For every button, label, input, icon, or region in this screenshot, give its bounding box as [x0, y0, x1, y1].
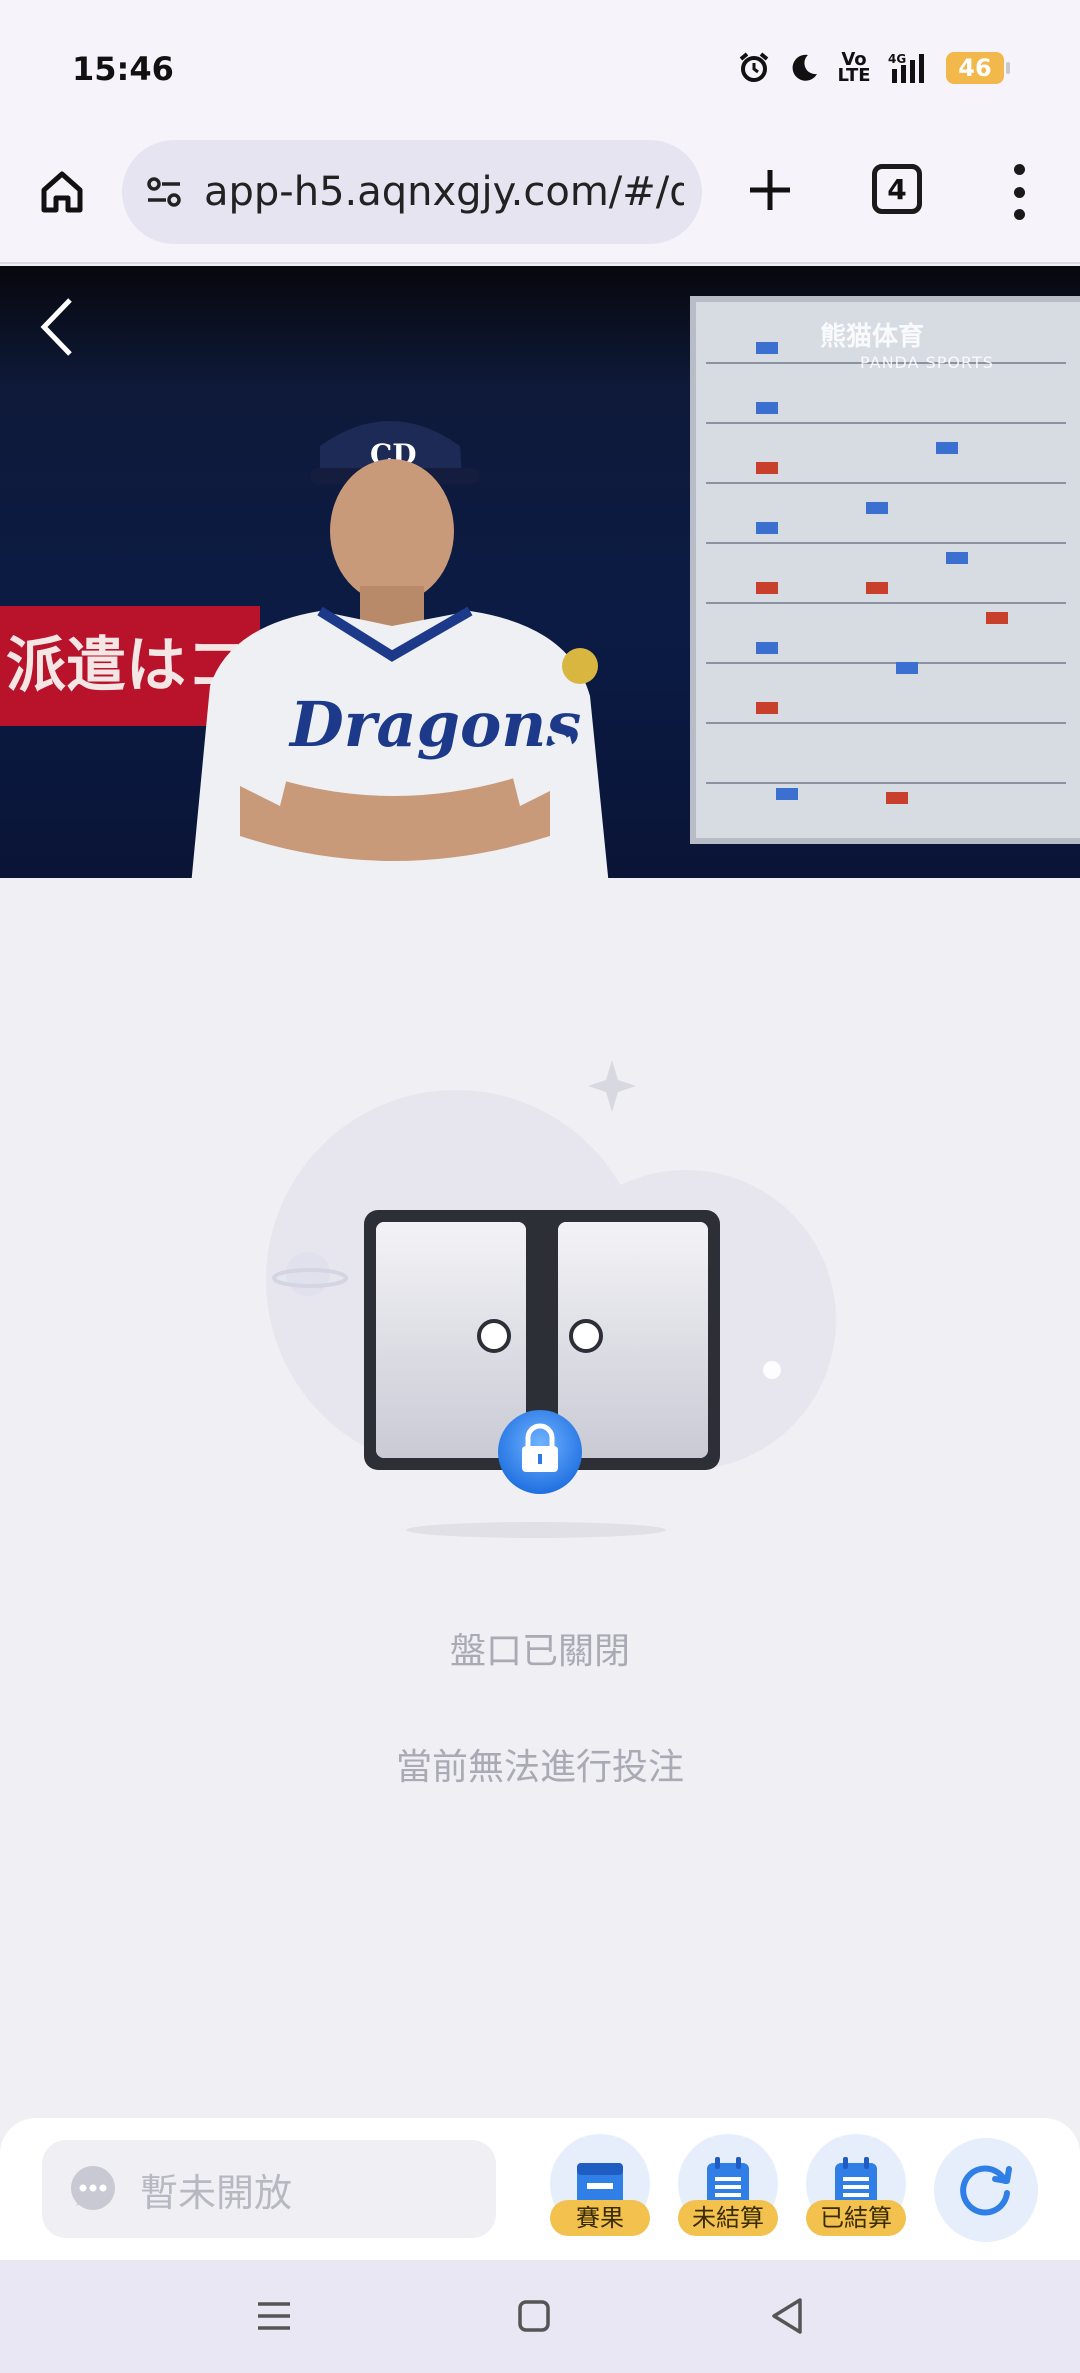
address-bar[interactable]: app-h5.aqnxgjy.com/#/de — [122, 140, 702, 244]
settled-label: 已結算 — [806, 2200, 906, 2236]
signal-icon: 4G — [886, 50, 932, 86]
jersey-text: Dragons — [288, 688, 581, 761]
home-nav-button[interactable] — [512, 2294, 556, 2338]
menu-icon — [258, 2302, 290, 2330]
new-tab-button[interactable] — [744, 164, 796, 216]
more-menu-button[interactable] — [1004, 164, 1034, 220]
volte-icon: Vo LTE — [837, 49, 871, 86]
refresh-button[interactable] — [934, 2138, 1038, 2242]
watermark-logo: 熊猫体育 PANDA SPORTS — [820, 316, 994, 372]
chat-input[interactable]: 暫未開放 — [42, 2140, 496, 2238]
sparkle-icon — [588, 1060, 636, 1112]
url-text: app-h5.aqnxgjy.com/#/de — [204, 169, 684, 215]
tab-count: 4 — [887, 172, 907, 206]
back-button[interactable] — [38, 296, 78, 358]
home-icon — [41, 171, 83, 213]
results-button[interactable]: 賽果 — [550, 2134, 650, 2246]
unsettled-label: 未結算 — [678, 2200, 778, 2236]
market-closed-illustration — [266, 1060, 836, 1538]
plus-icon — [750, 170, 790, 210]
site-settings-icon[interactable] — [142, 170, 186, 214]
recents-button[interactable] — [252, 2294, 296, 2338]
whiteboard — [690, 296, 1080, 844]
signal-label: 4G — [888, 52, 906, 66]
chat-placeholder: 暫未開放 — [140, 2170, 293, 2215]
moon-icon — [786, 50, 822, 86]
empty-state-title: 盤口已關閉 — [449, 1631, 630, 1672]
home-button[interactable] — [36, 166, 88, 218]
battery-icon: 46 — [946, 52, 1010, 84]
watermark-cn: 熊猫体育 — [820, 322, 925, 352]
square-icon — [518, 2300, 550, 2332]
watermark-en: PANDA SPORTS — [860, 353, 994, 372]
back-nav-button[interactable] — [766, 2294, 810, 2338]
results-label: 賽果 — [550, 2200, 650, 2236]
empty-state-subtitle: 當前無法進行投注 — [395, 1747, 684, 1788]
alarm-icon — [736, 50, 772, 86]
tabs-button[interactable]: 4 — [872, 164, 922, 214]
refresh-icon — [960, 2165, 1012, 2216]
browser-toolbar: app-h5.aqnxgjy.com/#/de 4 — [0, 138, 1080, 264]
status-icons: Vo LTE 4G 46 — [736, 49, 1010, 86]
settled-button[interactable]: 已結算 — [806, 2134, 906, 2246]
back-triangle-icon — [772, 2298, 802, 2334]
more-icon-dot — [1013, 186, 1025, 198]
unsettled-button[interactable]: 未結算 — [678, 2134, 778, 2246]
bottom-toolbar: 暫未開放 賽果 未結算 已結算 — [0, 2118, 1080, 2260]
more-icon-dot — [1013, 209, 1025, 220]
chevron-left-icon — [40, 298, 72, 356]
status-time: 15:46 — [72, 50, 174, 88]
system-nav-bar — [0, 2260, 1080, 2373]
status-bar: 15:46 Vo LTE 4G 46 — [0, 0, 1080, 138]
chat-icon — [71, 2166, 115, 2210]
video-player[interactable]: 派遣はコ 熊猫体育 PANDA SPORTS CD Dragons — [0, 266, 1080, 878]
coach-figure: CD Dragons — [191, 421, 609, 878]
battery-level: 46 — [958, 54, 992, 82]
more-icon-dot — [1013, 164, 1025, 175]
